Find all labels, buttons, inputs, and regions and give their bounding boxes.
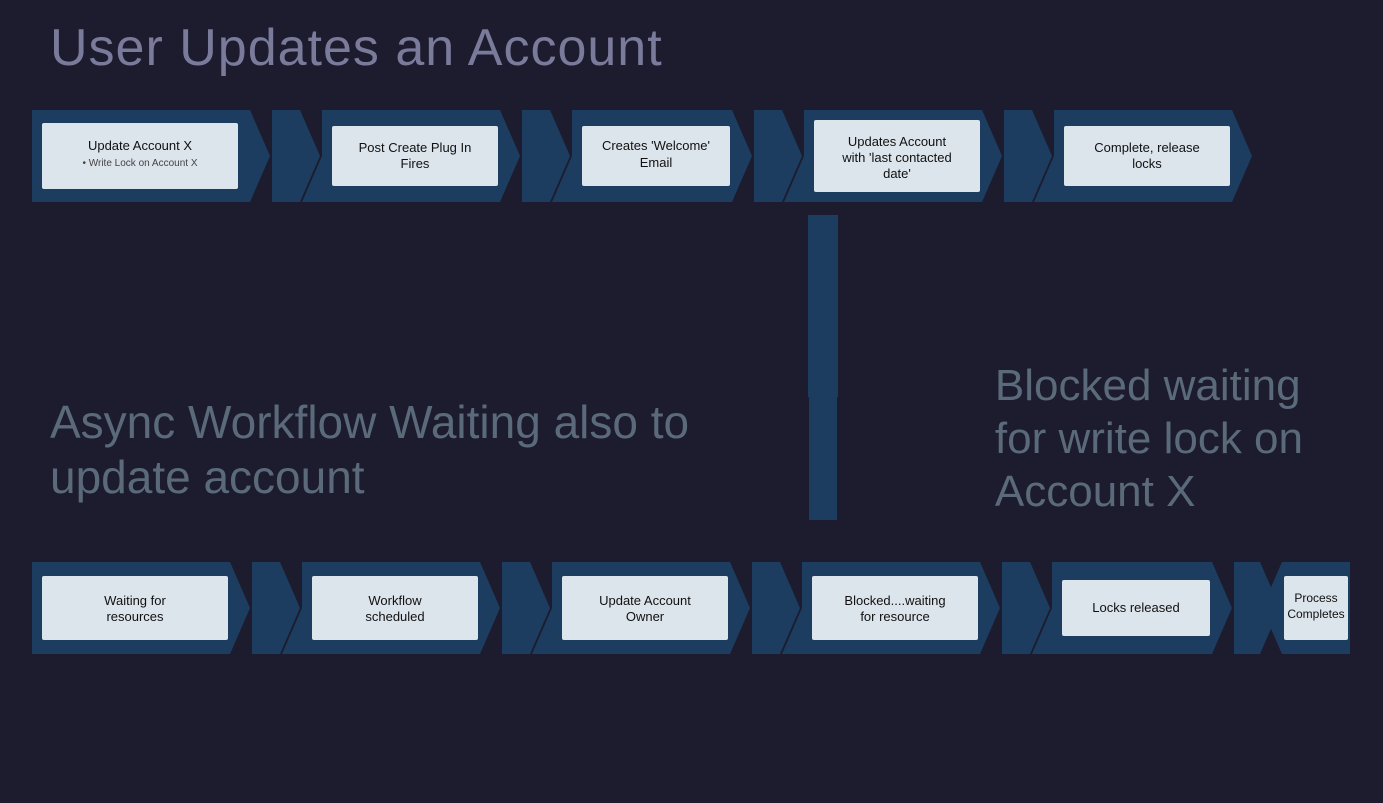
svg-text:resources: resources [106, 609, 164, 624]
svg-text:Process: Process [1294, 591, 1337, 605]
svg-text:Locks released: Locks released [1092, 600, 1179, 615]
bottom-flow: Waiting for resources Workflow scheduled… [32, 562, 1352, 654]
page: User Updates an Account Async Workflow W… [0, 0, 1383, 803]
svg-text:Owner: Owner [626, 609, 665, 624]
svg-text:Completes: Completes [1287, 607, 1344, 621]
bottom-flow-svg: Waiting for resources Workflow scheduled… [32, 562, 1352, 654]
svg-text:scheduled: scheduled [365, 609, 424, 624]
main-title: User Updates an Account [50, 18, 663, 78]
top-flow-svg: Update Account X • Write Lock on Account… [32, 110, 1352, 202]
svg-text:for resource: for resource [860, 609, 929, 624]
blocked-label: Blocked waitingfor write lock onAccount … [995, 360, 1303, 518]
async-label: Async Workflow Waiting also toupdate acc… [50, 395, 689, 505]
svg-text:Email: Email [640, 155, 673, 170]
svg-text:Update Account X: Update Account X [88, 138, 192, 153]
up-arrow [808, 215, 838, 525]
svg-text:Waiting for: Waiting for [104, 593, 166, 608]
top-flow: Update Account X • Write Lock on Account… [32, 110, 1352, 202]
svg-text:Complete, release: Complete, release [1094, 140, 1200, 155]
svg-text:locks: locks [1132, 156, 1162, 171]
svg-text:Workflow: Workflow [368, 593, 422, 608]
blocked-label-text: Blocked waitingfor write lock onAccount … [995, 361, 1303, 516]
svg-text:with 'last contacted: with 'last contacted [841, 150, 951, 165]
svg-text:Creates 'Welcome': Creates 'Welcome' [602, 138, 710, 153]
svg-text:Update Account: Update Account [599, 593, 691, 608]
svg-text:Blocked....waiting: Blocked....waiting [844, 593, 945, 608]
async-label-text: Async Workflow Waiting also toupdate acc… [50, 396, 689, 503]
svg-text:Fires: Fires [401, 156, 430, 171]
svg-text:date': date' [883, 166, 911, 181]
svg-text:Post Create Plug In: Post Create Plug In [359, 140, 472, 155]
svg-text:• Write Lock on Account X: • Write Lock on Account X [82, 158, 197, 169]
svg-text:Updates Account: Updates Account [848, 134, 947, 149]
